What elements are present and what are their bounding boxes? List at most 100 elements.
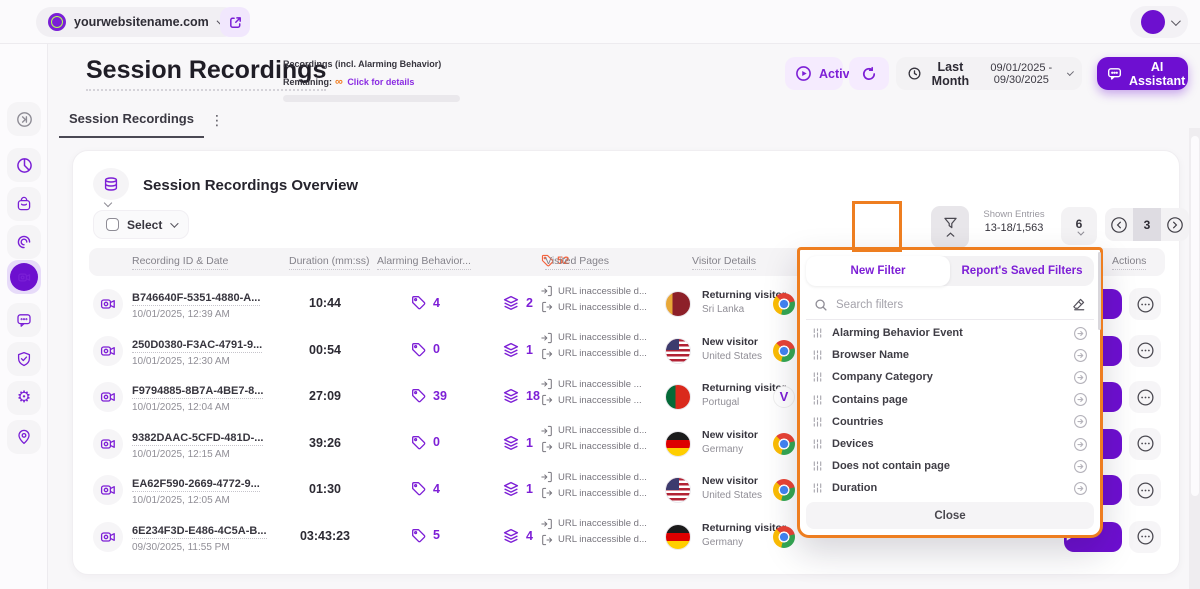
recording-video-icon[interactable]	[93, 429, 123, 459]
filter-item-company-category[interactable]: Company Category	[806, 366, 1094, 388]
row-actions-button[interactable]	[1129, 381, 1161, 413]
entry-page-url[interactable]: URL inaccessible d...	[558, 518, 647, 529]
filter-item-alarming-behavior-event[interactable]: Alarming Behavior Event	[806, 322, 1094, 344]
page-scrollbar[interactable]	[1189, 128, 1200, 589]
exit-page-url[interactable]: URL inaccessible d...	[558, 348, 647, 359]
remaining-progress-bar	[283, 95, 460, 102]
tab-saved-filters[interactable]: Report's Saved Filters	[950, 256, 1094, 286]
arrow-right-circle-icon[interactable]	[1073, 326, 1088, 341]
page-size-selector[interactable]: 6	[1061, 207, 1097, 245]
col-alarming[interactable]: Alarming Behavior...	[377, 255, 471, 270]
active-toggle-button[interactable]: Active	[785, 57, 843, 90]
tag-icon	[411, 342, 426, 357]
exit-page-url[interactable]: URL inaccessible d...	[558, 488, 647, 499]
external-link-icon	[228, 15, 243, 30]
sidebar-item-privacy[interactable]	[7, 342, 41, 376]
recording-id[interactable]: F9794885-8B7A-4BE7-8...	[132, 385, 263, 399]
sidebar-item-collapse[interactable]	[7, 102, 41, 136]
arrow-right-circle-icon[interactable]	[1073, 370, 1088, 385]
recording-date: 10/01/2025, 12:15 AM	[132, 449, 263, 460]
open-website-button[interactable]	[220, 7, 250, 37]
row-actions-button[interactable]	[1129, 335, 1161, 367]
sidebar-item-heatmaps[interactable]	[7, 225, 41, 259]
sidebar-item-journeys[interactable]	[7, 420, 41, 454]
tab-menu-icon[interactable]: ⋮	[210, 112, 225, 129]
exit-page-url[interactable]: URL inaccessible d...	[558, 441, 647, 452]
overview-collapse-toggle[interactable]	[93, 168, 129, 200]
arrow-right-circle-icon[interactable]	[1073, 348, 1088, 363]
exit-page-url[interactable]: URL inaccessible d...	[558, 534, 647, 545]
drag-handle-icon[interactable]	[812, 327, 823, 339]
recording-video-icon[interactable]	[93, 382, 123, 412]
entry-page-url[interactable]: URL inaccessible d...	[558, 425, 647, 436]
scrollbar-thumb[interactable]	[1191, 136, 1199, 496]
recording-id[interactable]: 9382DAAC-5CFD-481D-...	[132, 432, 263, 446]
recording-video-icon[interactable]	[93, 522, 123, 552]
close-filter-panel-button[interactable]: Close	[806, 502, 1094, 529]
website-selector[interactable]: yourwebsitename.com	[36, 7, 238, 37]
recording-video-icon[interactable]	[93, 289, 123, 319]
refresh-button[interactable]	[849, 57, 889, 90]
recording-video-icon[interactable]	[93, 475, 123, 505]
col-visitor-details[interactable]: Visitor Details	[692, 255, 756, 270]
row-actions-button[interactable]	[1129, 428, 1161, 460]
drag-handle-icon[interactable]	[812, 394, 823, 406]
col-visited-pages[interactable]: Visited Pages	[545, 255, 609, 270]
arrow-right-circle-icon[interactable]	[1073, 392, 1088, 407]
drag-handle-icon[interactable]	[812, 416, 823, 428]
drag-handle-icon[interactable]	[812, 482, 823, 494]
eraser-icon[interactable]	[1071, 297, 1086, 312]
exit-page-url[interactable]: URL inaccessible d...	[558, 302, 647, 313]
col-actions[interactable]: Actions	[1112, 255, 1146, 270]
filter-item-browser-name[interactable]: Browser Name	[806, 344, 1094, 366]
gear-icon: ⚙	[17, 390, 31, 406]
recording-video-icon[interactable]	[93, 336, 123, 366]
entry-page-url[interactable]: URL inaccessible d...	[558, 332, 647, 343]
sidebar-item-session-recordings[interactable]	[7, 260, 41, 294]
arrow-right-circle-icon[interactable]	[1073, 459, 1088, 474]
row-actions-button[interactable]	[1129, 288, 1161, 320]
arrow-right-circle-icon[interactable]	[1073, 437, 1088, 452]
date-range-selector[interactable]: Last Month 09/01/2025 - 09/30/2025	[896, 57, 1082, 90]
entry-page-url[interactable]: URL inaccessible d...	[558, 472, 647, 483]
recording-id[interactable]: 6E234F3D-E486-4C5A-B...	[132, 525, 267, 539]
drag-handle-icon[interactable]	[812, 371, 823, 383]
click-for-details-link[interactable]: Click for details	[347, 77, 414, 87]
recording-id[interactable]: EA62F590-2669-4772-9...	[132, 478, 260, 492]
arrow-right-circle-icon[interactable]	[1073, 481, 1088, 496]
drag-handle-icon[interactable]	[812, 438, 823, 450]
col-duration[interactable]: Duration (mm:ss)	[289, 255, 370, 270]
drag-handle-icon[interactable]	[812, 460, 823, 472]
user-menu[interactable]	[1130, 6, 1188, 38]
filter-item-duration[interactable]: Duration	[806, 477, 1094, 499]
next-page-button[interactable]	[1161, 208, 1189, 241]
tab-new-filter[interactable]: New Filter	[806, 256, 950, 286]
filter-search	[806, 290, 1094, 320]
sidebar-item-settings[interactable]: ⚙	[7, 381, 41, 415]
ai-assistant-button[interactable]: AI Assistant	[1097, 57, 1188, 90]
recording-id[interactable]: 250D0380-F3AC-4791-9...	[132, 339, 262, 353]
sidebar-item-feedback[interactable]	[7, 303, 41, 337]
filter-list-scrollbar[interactable]	[1098, 252, 1101, 330]
col-recording-id[interactable]: Recording ID & Date	[132, 255, 228, 270]
row-actions-button[interactable]	[1129, 474, 1161, 506]
drag-handle-icon[interactable]	[812, 349, 823, 361]
entry-page-url[interactable]: URL inaccessible d...	[558, 286, 647, 297]
exit-page-url[interactable]: URL inaccessible ...	[558, 395, 642, 406]
previous-page-button[interactable]	[1105, 208, 1133, 241]
sidebar-item-analytics[interactable]	[7, 148, 41, 182]
select-checkbox[interactable]	[106, 218, 119, 231]
recording-id[interactable]: B746640F-5351-4880-A...	[132, 292, 260, 306]
select-rows-button[interactable]: Select	[93, 210, 189, 239]
filter-item-devices[interactable]: Devices	[806, 433, 1094, 455]
entry-page-url[interactable]: URL inaccessible ...	[558, 379, 642, 390]
search-filters-input[interactable]	[836, 299, 1063, 311]
filter-item-does-not-contain-page[interactable]: Does not contain page	[806, 455, 1094, 477]
filter-item-contains-page[interactable]: Contains page	[806, 389, 1094, 411]
sidebar-item-conversions[interactable]	[7, 187, 41, 221]
filter-button[interactable]	[931, 206, 969, 248]
row-actions-button[interactable]	[1129, 521, 1161, 553]
tab-session-recordings[interactable]: Session Recordings	[59, 103, 204, 138]
filter-item-countries[interactable]: Countries	[806, 411, 1094, 433]
arrow-right-circle-icon[interactable]	[1073, 414, 1088, 429]
